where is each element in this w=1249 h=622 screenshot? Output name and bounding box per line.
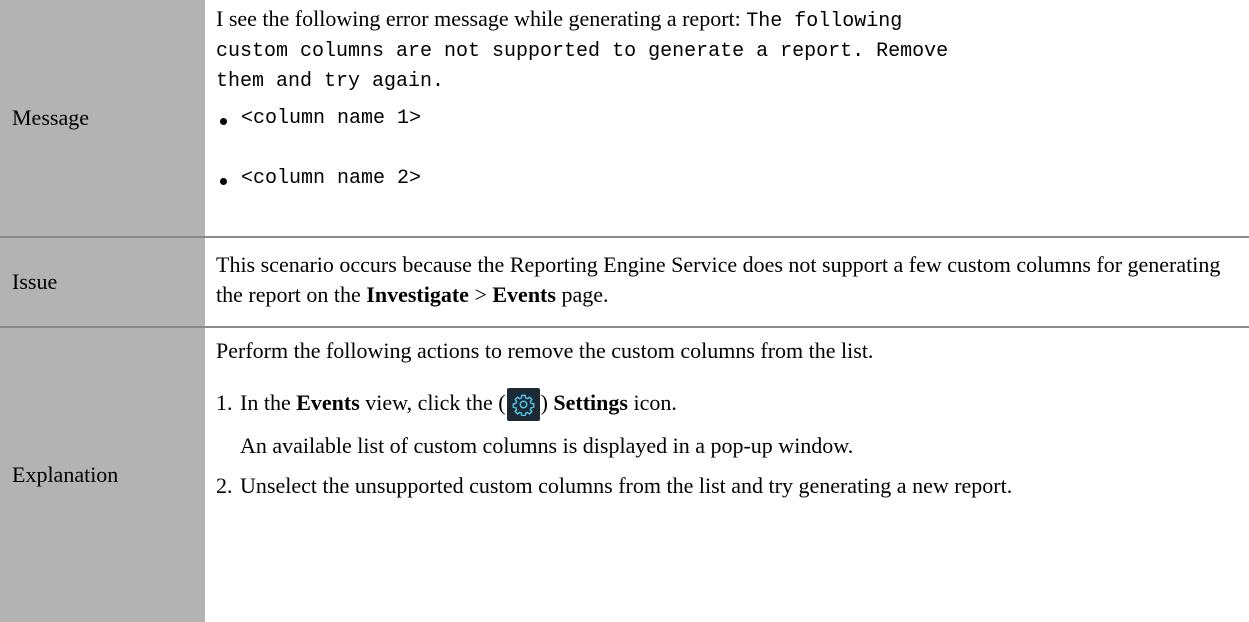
breadcrumb-separator: >: [468, 282, 493, 307]
settings-gear-icon: [506, 388, 540, 421]
message-label: Message: [12, 105, 89, 130]
events-view-term: Events: [296, 390, 360, 415]
step-2: 2. Unselect the unsupported custom colum…: [216, 471, 1229, 501]
gear-icon: [512, 394, 534, 416]
settings-term: Settings: [553, 390, 628, 415]
step-body: In the Events view, click the () Setting…: [240, 388, 1229, 461]
message-paragraph: I see the following error message while …: [216, 4, 1229, 94]
list-item: <column name 2>: [216, 158, 1229, 200]
step-text: ): [540, 390, 554, 415]
column-name: <column name 1>: [241, 107, 422, 130]
investigate-term: Investigate: [366, 282, 469, 307]
troubleshooting-table: Message I see the following error messag…: [0, 0, 1249, 622]
bullet-icon: [220, 117, 227, 125]
step-2-text: Unselect the unsupported custom columns …: [240, 473, 1013, 498]
explanation-content: Perform the following actions to remove …: [205, 326, 1249, 622]
steps-list: 1. In the Events view, click the () Sett…: [216, 388, 1229, 501]
issue-text-end: page.: [555, 282, 609, 307]
row-label-explanation: Explanation: [0, 326, 205, 622]
error-text-1: The following: [746, 10, 903, 33]
column-name: <column name 2>: [241, 167, 422, 190]
bullet-icon: [220, 177, 227, 185]
step-text: view, click the (: [359, 390, 506, 415]
step-1-result: An available list of custom columns is d…: [240, 433, 854, 458]
issue-label: Issue: [12, 269, 58, 294]
step-number: 1.: [216, 390, 233, 415]
step-text: In the: [240, 390, 297, 415]
step-1: 1. In the Events view, click the () Sett…: [216, 388, 1229, 461]
step-text: icon.: [627, 390, 677, 415]
step-1-text: In the Events view, click the () Setting…: [240, 388, 1229, 421]
issue-content: This scenario occurs because the Reporti…: [205, 236, 1249, 326]
explanation-label: Explanation: [12, 462, 119, 487]
row-label-issue: Issue: [0, 236, 205, 326]
explanation-intro: Perform the following actions to remove …: [216, 338, 874, 363]
column-bullet-list: <column name 1> <column name 2>: [216, 98, 1229, 200]
list-item: <column name 1>: [216, 98, 1229, 140]
message-intro: I see the following error message while …: [216, 6, 741, 31]
error-text-2: custom columns are not supported to gene…: [216, 40, 949, 63]
step-number: 2.: [216, 473, 233, 498]
events-term: Events: [492, 282, 556, 307]
row-label-message: Message: [0, 0, 205, 236]
error-text-3: them and try again.: [216, 70, 445, 93]
message-content: I see the following error message while …: [205, 0, 1249, 236]
